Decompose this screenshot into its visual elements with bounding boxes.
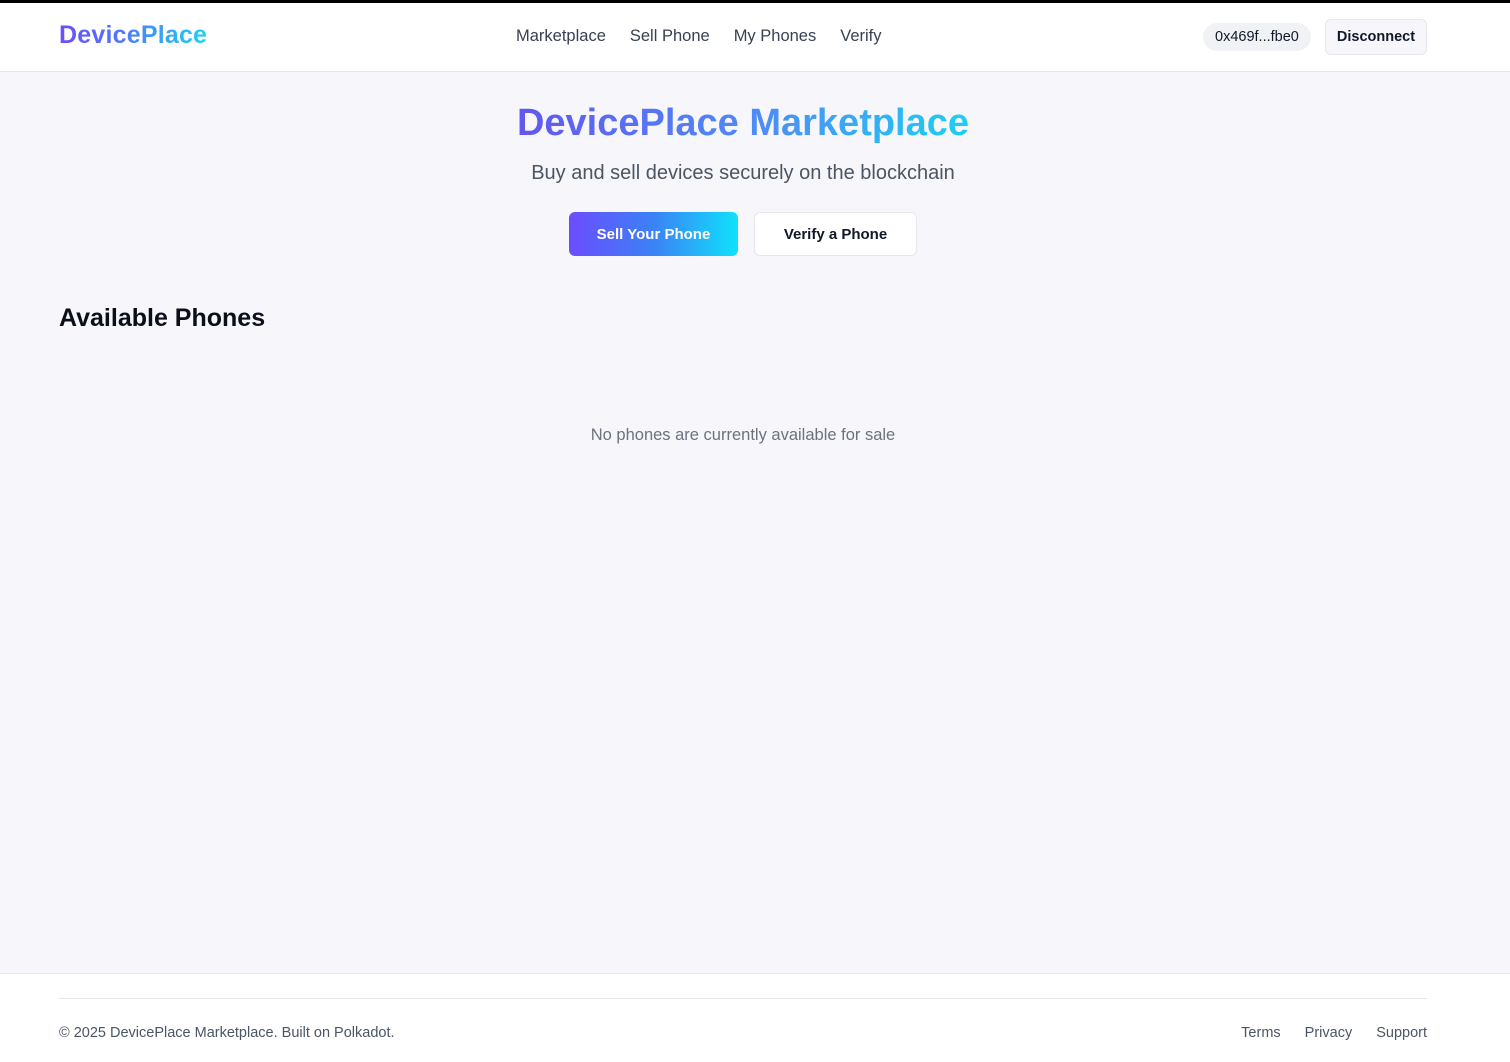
disconnect-button[interactable]: Disconnect <box>1325 19 1427 55</box>
hero-title: DevicePlace Marketplace <box>516 102 970 144</box>
empty-listings-message: No phones are currently available for sa… <box>590 426 896 444</box>
top-navbar: DevicePlace Marketplace Sell Phone My Ph… <box>0 3 1510 72</box>
brand-logo[interactable]: DevicePlace <box>59 21 207 50</box>
available-phones-heading: Available Phones <box>59 304 266 332</box>
hero-subtitle: Buy and sell devices securely on the blo… <box>531 162 955 184</box>
footer-link-privacy[interactable]: Privacy <box>1305 1025 1353 1041</box>
copyright-text: © 2025 DevicePlace Marketplace. Built on… <box>59 1025 395 1041</box>
nav-sell-phone[interactable]: Sell Phone <box>630 27 710 46</box>
nav-verify[interactable]: Verify <box>840 27 881 46</box>
sell-your-phone-button[interactable]: Sell Your Phone <box>569 212 738 256</box>
footer-divider <box>59 998 1427 999</box>
nav-my-phones[interactable]: My Phones <box>734 27 817 46</box>
nav-marketplace[interactable]: Marketplace <box>516 27 606 46</box>
wallet-address-badge: 0x469f...fbe0 <box>1203 23 1311 51</box>
main-nav: Marketplace Sell Phone My Phones Verify <box>516 27 882 46</box>
footer-link-support[interactable]: Support <box>1376 1025 1427 1041</box>
footer-links: Terms Privacy Support <box>1241 1025 1427 1041</box>
footer-link-terms[interactable]: Terms <box>1241 1025 1280 1041</box>
verify-a-phone-button[interactable]: Verify a Phone <box>754 212 917 256</box>
footer: © 2025 DevicePlace Marketplace. Built on… <box>0 973 1510 1062</box>
